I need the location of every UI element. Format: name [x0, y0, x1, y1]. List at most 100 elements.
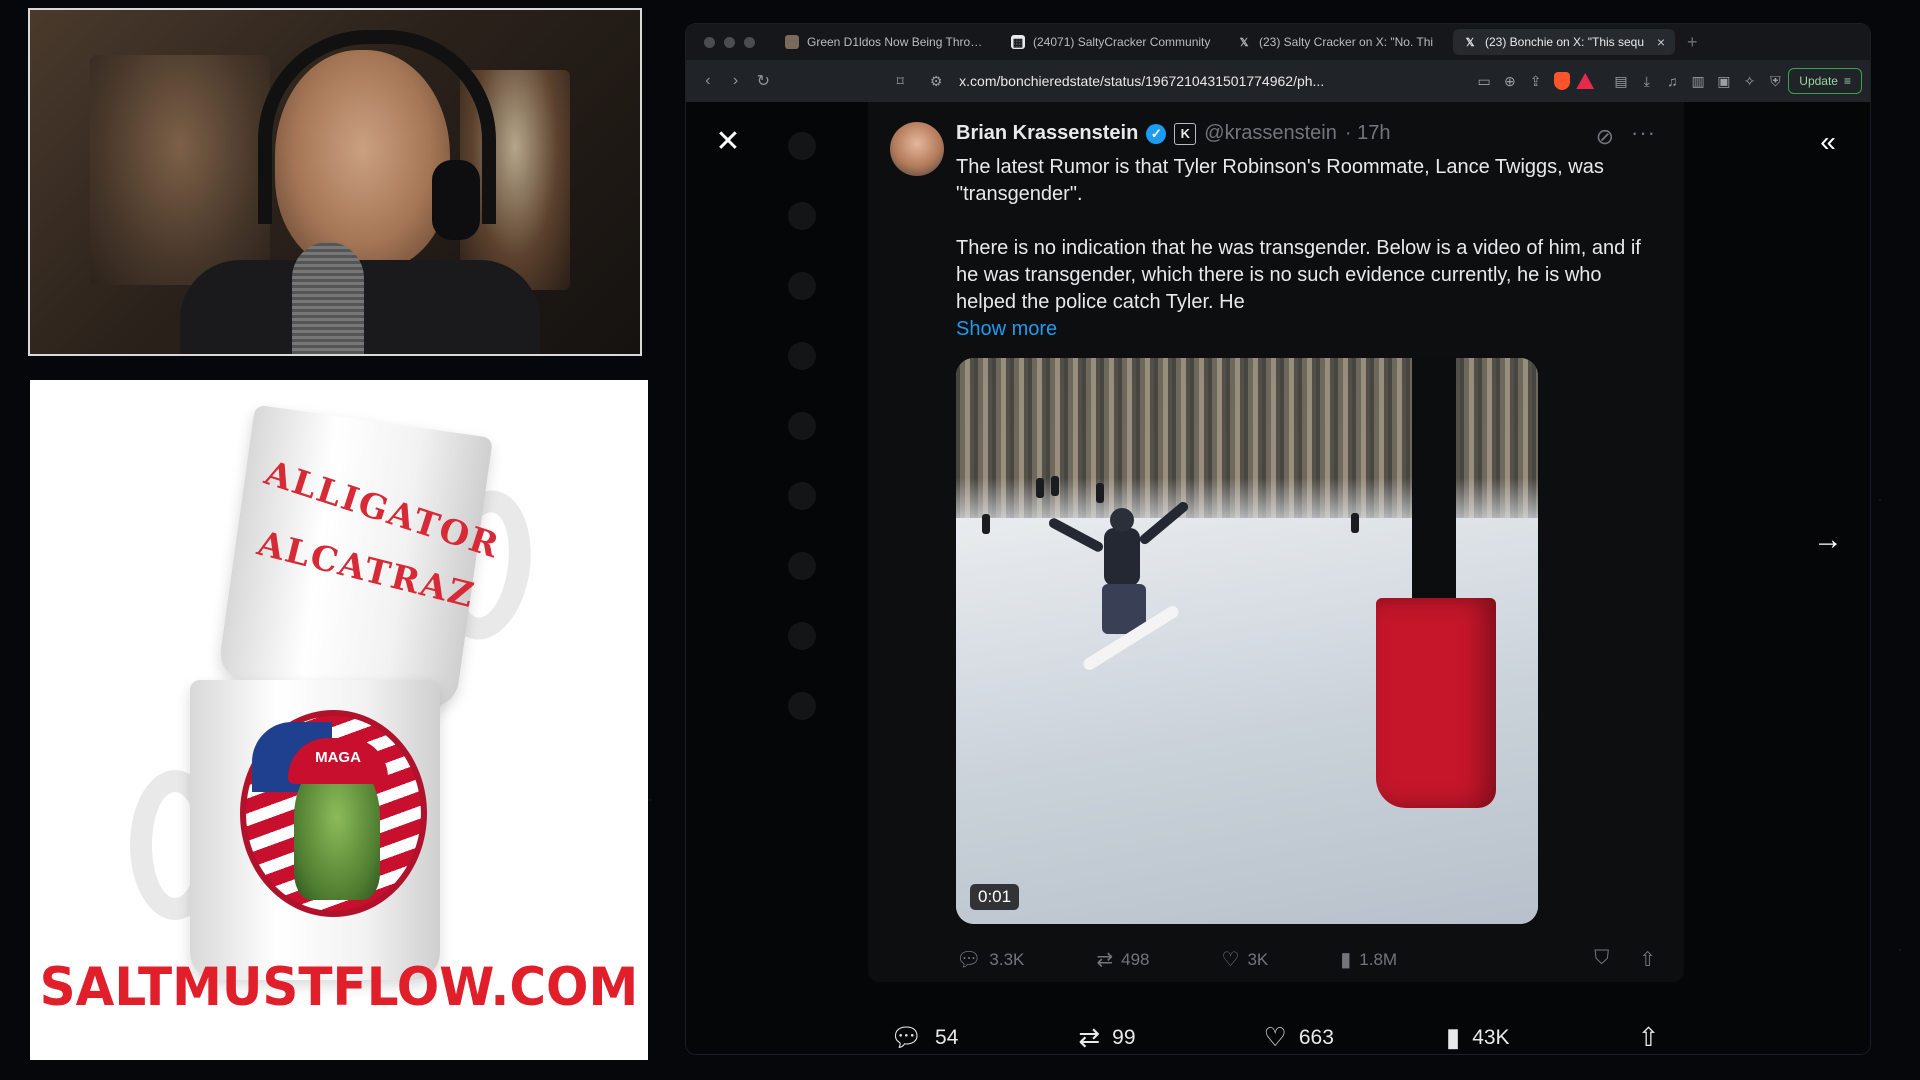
brave-shields-icon[interactable] [1554, 72, 1571, 90]
reply-icon: 💬︎ [956, 949, 982, 971]
repost-count: 99 [1112, 1025, 1136, 1049]
browser-tab-active[interactable]: 𝕏 (23) Bonchie on X: "This sequ × [1453, 29, 1675, 55]
grok-icon[interactable]: ⊘ [1596, 124, 1614, 150]
repost-button[interactable]: ⇄ 99 [1078, 1022, 1135, 1053]
author-handle[interactable]: @krassenstein [1204, 122, 1337, 145]
merch-url: SALTMUSTFLOW.COM [39, 956, 639, 1018]
video-skier [982, 514, 990, 534]
like-button[interactable]: ♡ 3K [1222, 947, 1269, 972]
image-favicon-icon [785, 35, 799, 49]
cast-icon[interactable]: ▭ [1471, 73, 1497, 90]
sidebar-icon[interactable]: ▥ [1685, 73, 1711, 90]
browser-tab[interactable]: Green D1ldos Now Being Thrown a [775, 29, 997, 55]
more-icon [788, 692, 816, 720]
site-info-icon[interactable]: ⚙ [923, 73, 949, 90]
sidebar-toggle-icon[interactable]: ▤ [1608, 73, 1634, 90]
home-icon [788, 202, 816, 230]
video-duration: 0:01 [970, 884, 1020, 910]
tweet-time[interactable]: · 17h [1345, 122, 1391, 145]
reply-button[interactable]: 💬︎ 3.3K [956, 947, 1024, 972]
views-button[interactable]: ▮ 43K [1446, 1022, 1510, 1053]
views-chart-icon: ▮ [1445, 1022, 1461, 1052]
reload-icon[interactable]: ↻ [749, 71, 777, 91]
more-options-icon[interactable]: ··· [1631, 120, 1656, 146]
minimize-window-button[interactable] [724, 36, 735, 48]
view-count: 43K [1472, 1025, 1510, 1049]
brave-rewards-icon[interactable] [1576, 73, 1595, 89]
affiliate-badge-icon: K [1174, 122, 1197, 145]
repost-icon: ⇄ [1096, 949, 1114, 971]
video-snowboarder [1047, 499, 1191, 673]
browser-tab[interactable]: ▦ (24071) SaltyCracker Community [1001, 29, 1223, 55]
avatar[interactable] [890, 122, 944, 176]
tweet-header: Brian Krassenstein ✓ K @krassenstein · 1… [956, 122, 1390, 145]
heart-icon: ♡ [1263, 1022, 1287, 1052]
like-count: 3K [1247, 949, 1269, 969]
window-controls [704, 36, 755, 48]
update-button[interactable]: Update ≡ [1788, 68, 1862, 94]
quoted-tweet-extra-actions: ⛉ ⇧ [1594, 947, 1656, 972]
close-window-button[interactable] [704, 36, 715, 48]
like-button[interactable]: ♡ 663 [1264, 1022, 1334, 1053]
menu-icon: ≡ [1843, 74, 1851, 88]
reply-button[interactable]: 💬︎ 54 [890, 1022, 958, 1053]
grok-icon [788, 482, 816, 510]
close-tab-icon[interactable]: × [1657, 34, 1665, 50]
profile-icon [788, 622, 816, 650]
heart-icon: ♡ [1221, 949, 1240, 971]
address-bar[interactable]: ⌑ ⚙ x.com/bonchieredstate/status/1967210… [887, 73, 1471, 90]
share-icon[interactable]: ⇧ [1639, 947, 1656, 972]
x-logo-icon: 𝕏 [1239, 36, 1249, 49]
zoom-icon[interactable]: ⊕ [1497, 73, 1523, 90]
share-icon[interactable]: ⇪ [1523, 73, 1549, 90]
share-button[interactable]: ⇧ [1638, 1022, 1660, 1053]
pole-pad [1376, 598, 1496, 808]
main-tweet-actions: 💬︎ 54 ⇄ 99 ♡ 663 ▮ 43K ⇧ [868, 1022, 1684, 1053]
repost-icon: ⇄ [1078, 1022, 1101, 1052]
forward-icon[interactable]: › [722, 72, 750, 90]
headphone-cup [432, 160, 480, 240]
wallet-icon[interactable]: ▣ [1711, 73, 1737, 90]
lift-pole [1412, 358, 1456, 638]
back-icon[interactable]: ‹ [694, 72, 722, 90]
video-skier [1351, 513, 1359, 533]
x-logo-icon [788, 132, 816, 160]
maximize-window-button[interactable] [744, 36, 755, 48]
rider-torso [1104, 528, 1140, 586]
tweet-video[interactable]: 0:01 [956, 358, 1538, 924]
repost-button[interactable]: ⇄ 498 [1096, 947, 1149, 972]
show-more-link[interactable]: Show more [956, 316, 1656, 343]
tweet-paragraph: There is no indication that he was trans… [956, 237, 1641, 313]
update-label: Update [1799, 74, 1838, 88]
collapse-panel-icon[interactable]: « [1810, 124, 1846, 160]
tweet-text: The latest Rumor is that Tyler Robinson'… [956, 154, 1656, 343]
address-url[interactable]: x.com/bonchieredstate/status/19672104315… [959, 73, 1324, 89]
reply-count: 3.3K [989, 949, 1025, 969]
communities-icon [788, 552, 816, 580]
quoted-tweet-actions: 💬︎ 3.3K ⇄ 498 ♡ 3K ▮ 1.8M ⛉ ⇧ [956, 947, 1656, 972]
author-name[interactable]: Brian Krassenstein [956, 122, 1138, 145]
share-icon: ⇧ [1637, 1022, 1660, 1052]
browser-tab[interactable]: 𝕏 (23) Salty Cracker on X: "No. Thi [1227, 29, 1449, 55]
messages-icon [788, 412, 816, 440]
download-icon[interactable]: ⤓ [1634, 73, 1660, 90]
bookmark-icon[interactable]: ⌑ [887, 73, 913, 90]
verified-badge-icon: ✓ [1146, 123, 1167, 144]
reply-icon: 💬︎ [890, 1022, 924, 1052]
leo-ai-icon[interactable]: ✧ [1737, 73, 1763, 90]
quoted-tweet[interactable]: Brian Krassenstein ✓ K @krassenstein · 1… [868, 102, 1684, 982]
views-button[interactable]: ▮ 1.8M [1340, 947, 1397, 972]
views-chart-icon: ▮ [1340, 949, 1352, 971]
merch-ad: ALLIGATOR ALCATRAZ MAGA SALTMUSTFLOW.COM [30, 380, 648, 1060]
bookmark-icon[interactable]: ⛉ [1594, 947, 1609, 972]
media-icon[interactable]: ♫ [1660, 73, 1686, 89]
microphone [292, 242, 364, 354]
webcam-feed [28, 8, 642, 356]
new-tab-button[interactable]: + [1687, 32, 1698, 53]
reply-count: 54 [935, 1025, 959, 1049]
next-media-icon[interactable]: → [1810, 522, 1846, 558]
rider-head [1110, 508, 1134, 532]
vpn-icon[interactable]: ⛨ [1763, 73, 1789, 90]
media-viewer: ✕ « → Brian Krassenstein ✓ K @krassenste… [686, 102, 1870, 1054]
close-icon[interactable]: ✕ [710, 124, 746, 160]
